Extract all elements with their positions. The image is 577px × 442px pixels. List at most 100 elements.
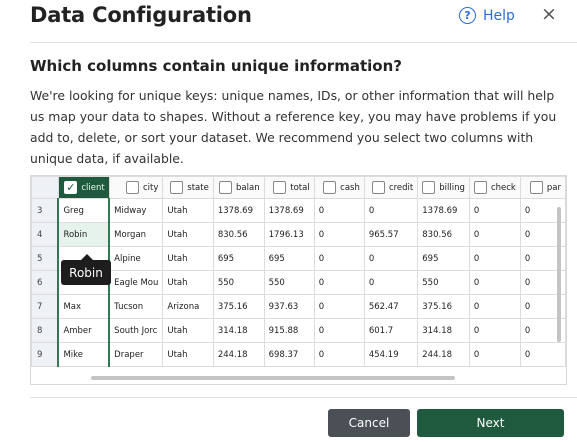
table-cell[interactable]: Greg bbox=[57, 198, 111, 223]
column-label: check bbox=[490, 182, 516, 193]
column-header-4[interactable]: total bbox=[263, 176, 315, 199]
checkbox-icon[interactable] bbox=[529, 181, 543, 194]
table-cell[interactable]: 0 bbox=[468, 342, 521, 367]
table-cell[interactable]: 0 bbox=[313, 342, 365, 367]
table-cell[interactable]: 937.63 bbox=[263, 294, 315, 319]
checkbox-icon[interactable] bbox=[273, 181, 287, 194]
table-cell[interactable]: Utah bbox=[162, 342, 214, 367]
table-cell[interactable]: 0 bbox=[363, 270, 419, 295]
table-cell[interactable]: 695 bbox=[212, 246, 265, 271]
table-cell[interactable]: 454.19 bbox=[363, 342, 419, 367]
table-cell[interactable]: Draper bbox=[108, 342, 164, 367]
table-cell[interactable]: 830.56 bbox=[212, 222, 265, 247]
table-cell[interactable]: Morgan bbox=[108, 222, 164, 247]
table-cell[interactable]: 0 bbox=[468, 222, 521, 247]
table-cell[interactable]: 562.47 bbox=[363, 294, 419, 319]
checkbox-icon[interactable] bbox=[219, 181, 233, 194]
table-cell[interactable]: Mike bbox=[57, 342, 111, 367]
table-cell[interactable]: 0 bbox=[468, 246, 521, 271]
table-cell[interactable]: 244.18 bbox=[417, 342, 470, 367]
cancel-button[interactable]: Cancel bbox=[328, 409, 410, 437]
checkbox-icon[interactable] bbox=[473, 181, 487, 194]
checkbox-icon[interactable] bbox=[125, 181, 139, 194]
column-header-1[interactable]: city bbox=[108, 176, 164, 199]
table-cell[interactable]: 0 bbox=[468, 318, 521, 343]
checkbox-icon[interactable] bbox=[371, 181, 385, 194]
table-cell[interactable]: Eagle Mou bbox=[108, 270, 164, 295]
table-cell[interactable]: 0 bbox=[313, 222, 365, 247]
help-link[interactable]: ? Help bbox=[459, 7, 515, 24]
table-row[interactable]: 4 Robin Morgan Utah 830.56 1796.13 0 965.57 830.… bbox=[31, 222, 566, 247]
table-row[interactable]: 8 Amber South Jorc Utah 314.18 915.88 0 601.7 31… bbox=[31, 318, 566, 343]
table-cell[interactable]: Arizona bbox=[162, 294, 214, 319]
column-header-5[interactable]: cash bbox=[313, 176, 365, 199]
table-row[interactable]: 9 Mike Draper Utah 244.18 698.37 0 454.19 244.18… bbox=[31, 342, 566, 367]
table-cell[interactable]: Utah bbox=[162, 318, 214, 343]
table-row[interactable]: 3 Greg Midway Utah 1378.69 1378.69 0 0 1378.69 0 0 bbox=[31, 198, 566, 223]
column-header-2[interactable]: state bbox=[162, 176, 214, 199]
table-cell[interactable]: 1378.69 bbox=[417, 198, 470, 223]
table-cell[interactable]: 1378.69 bbox=[212, 198, 265, 223]
table-cell[interactable]: 830.56 bbox=[417, 222, 470, 247]
table-cell[interactable]: 244.18 bbox=[212, 342, 265, 367]
table-cell[interactable]: 0 bbox=[468, 198, 521, 223]
row-number: 5 bbox=[31, 246, 59, 271]
table-cell[interactable]: 550 bbox=[212, 270, 265, 295]
checkbox-icon[interactable] bbox=[170, 181, 184, 194]
table-cell[interactable]: Tucson bbox=[108, 294, 164, 319]
table-cell[interactable]: 1378.69 bbox=[263, 198, 315, 223]
table-cell[interactable]: 0 bbox=[313, 270, 365, 295]
checked-checkbox-icon[interactable]: ✓ bbox=[64, 181, 78, 194]
next-button[interactable]: Next bbox=[417, 409, 564, 437]
table-cell[interactable]: Utah bbox=[162, 246, 214, 271]
table-cell[interactable]: 1796.13 bbox=[263, 222, 315, 247]
checkbox-icon[interactable] bbox=[422, 181, 436, 194]
table-cell[interactable]: 0 bbox=[363, 246, 419, 271]
close-icon[interactable]: × bbox=[541, 3, 557, 25]
table-cell[interactable]: 0 bbox=[313, 246, 365, 271]
header-row: ✓ client city state balan total cash credit bill… bbox=[31, 176, 566, 199]
table-cell[interactable]: 314.18 bbox=[212, 318, 265, 343]
table-cell[interactable]: 314.18 bbox=[417, 318, 470, 343]
column-header-9[interactable]: par bbox=[519, 176, 566, 199]
column-header-6[interactable]: credit bbox=[363, 176, 419, 199]
table-cell[interactable]: 915.88 bbox=[263, 318, 315, 343]
table-cell[interactable]: 0 bbox=[468, 294, 521, 319]
table-cell[interactable]: 375.16 bbox=[212, 294, 265, 319]
table-cell[interactable]: South Jorc bbox=[108, 318, 164, 343]
table-cell[interactable]: 0 bbox=[519, 342, 566, 367]
table-cell[interactable]: Robin bbox=[57, 222, 111, 247]
table-cell[interactable]: Alpine bbox=[108, 246, 164, 271]
table-cell[interactable]: 695 bbox=[263, 246, 315, 271]
column-header-3[interactable]: balan bbox=[212, 176, 265, 199]
table-cell[interactable]: 375.16 bbox=[417, 294, 470, 319]
column-label: client bbox=[81, 182, 105, 193]
column-header-0[interactable]: ✓ client bbox=[57, 176, 110, 199]
table-cell[interactable]: 0 bbox=[313, 198, 365, 223]
vertical-scrollbar[interactable] bbox=[557, 207, 561, 342]
table-cell[interactable]: Utah bbox=[162, 222, 214, 247]
table-cell[interactable]: 695 bbox=[417, 246, 470, 271]
table-cell[interactable]: 0 bbox=[313, 294, 365, 319]
column-header-7[interactable]: billing bbox=[417, 176, 470, 199]
table-cell[interactable]: Utah bbox=[162, 270, 214, 295]
table-cell[interactable]: 0 bbox=[313, 318, 365, 343]
table-cell[interactable]: Utah bbox=[162, 198, 214, 223]
column-header-8[interactable]: check bbox=[468, 176, 521, 199]
table-row[interactable]: 5 Alpine Utah 695 695 0 0 695 0 0 bbox=[31, 246, 566, 271]
table-row[interactable]: 6GordonEagle MouUtah5505500055000 bbox=[31, 270, 566, 295]
horizontal-scrollbar[interactable] bbox=[91, 376, 455, 380]
table-cell[interactable]: 965.57 bbox=[363, 222, 419, 247]
checkbox-icon[interactable] bbox=[323, 181, 337, 194]
table-cell[interactable]: Amber bbox=[57, 318, 111, 343]
table-cell[interactable]: Midway bbox=[108, 198, 164, 223]
table-cell[interactable]: 601.7 bbox=[363, 318, 419, 343]
table-row[interactable]: 7 Max Tucson Arizona 375.16 937.63 0 562.47 375.… bbox=[31, 294, 566, 319]
table-cell[interactable]: 0 bbox=[363, 198, 419, 223]
table-cell[interactable]: 698.37 bbox=[263, 342, 315, 367]
table-cell[interactable]: 550 bbox=[417, 270, 470, 295]
table-cell[interactable]: 0 bbox=[468, 270, 521, 295]
table-cell[interactable]: 550 bbox=[263, 270, 315, 295]
row-number: 9 bbox=[31, 342, 59, 367]
table-cell[interactable]: Max bbox=[57, 294, 111, 319]
